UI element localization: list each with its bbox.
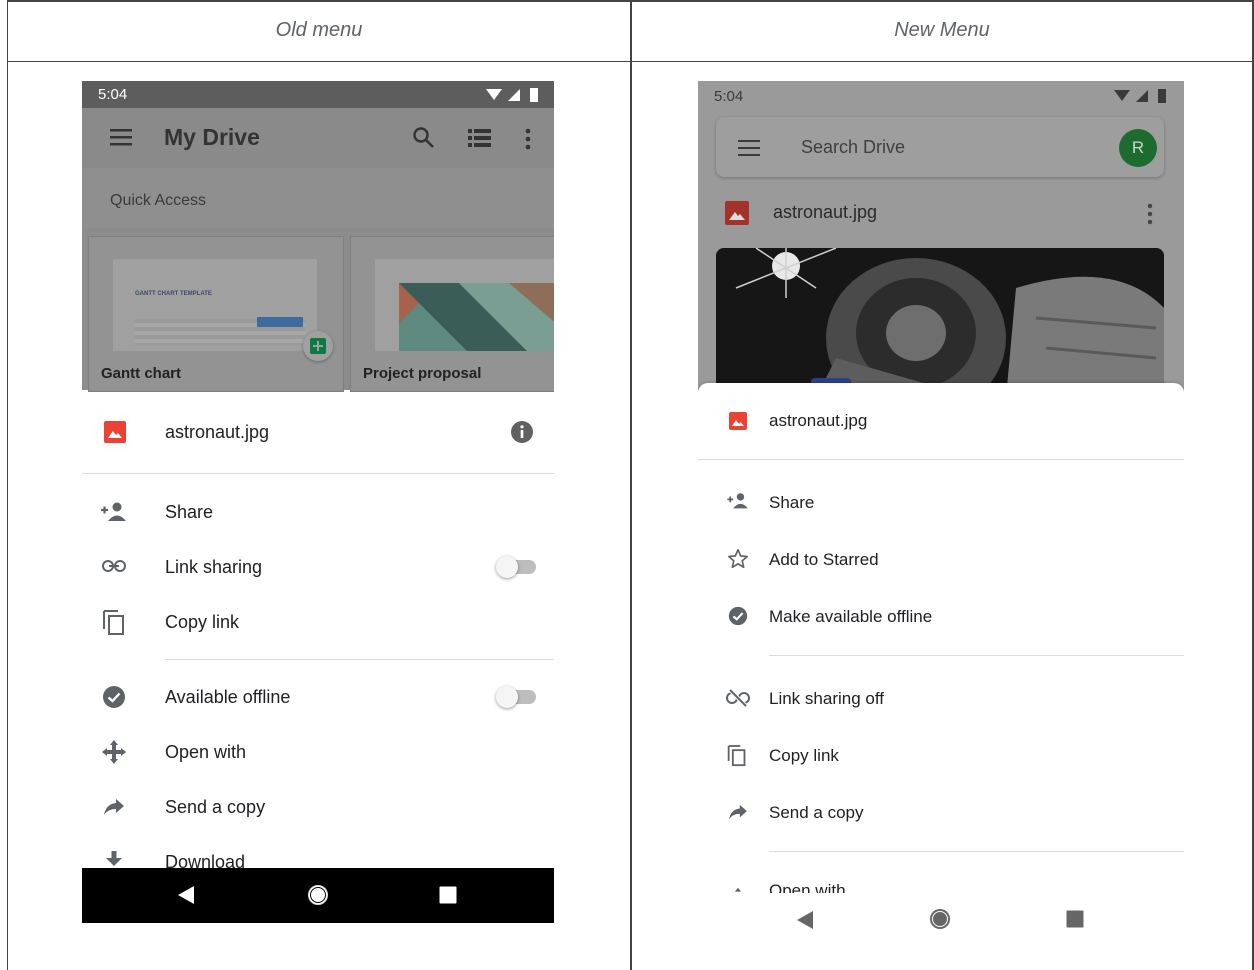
quick-access-section: Quick Access <box>82 168 554 228</box>
menu-item-label: Link sharing off <box>769 689 884 708</box>
header-divider <box>82 473 554 474</box>
navigation-bar <box>82 868 554 923</box>
menu-item-open-with[interactable]: Open with <box>82 727 554 777</box>
app-bar: My Drive <box>82 108 554 168</box>
send-icon <box>729 804 747 820</box>
sheet-file-name: astronaut.jpg <box>769 411 868 430</box>
page-title: My Drive <box>164 124 260 150</box>
menu-item-add-to-starred[interactable]: Add to Starred <box>698 535 1184 585</box>
offline-check-icon <box>728 606 748 626</box>
bottom-sheet: astronaut.jpg Share Add to Starred Make … <box>698 383 1184 970</box>
gantt-thumb-bar <box>257 317 303 327</box>
send-icon <box>104 799 124 815</box>
open-with-icon <box>102 740 126 764</box>
new-menu-phone: 5:04 Search Drive R astronaut.jpg astron… <box>698 81 1184 970</box>
more-vert-icon[interactable] <box>524 128 532 150</box>
menu-item-share[interactable]: Share <box>698 478 1184 528</box>
menu-item-label: Open with <box>165 742 247 762</box>
old-menu-phone: 5:04 My Drive Quick Access GANTT CHART T… <box>82 81 554 923</box>
status-icons <box>1114 89 1166 103</box>
table-border-middle <box>630 0 632 970</box>
gantt-thumb-title: GANTT CHART TEMPLATE <box>135 291 212 297</box>
back-icon[interactable] <box>796 910 814 930</box>
card-title-proposal: Project proposal <box>363 365 482 382</box>
menu-icon[interactable] <box>738 139 760 157</box>
menu-item-label: Link sharing <box>165 557 263 577</box>
sheets-icon <box>303 331 333 361</box>
link-icon <box>102 560 126 572</box>
file-name: astronaut.jpg <box>165 422 270 442</box>
person-add-icon <box>727 493 748 509</box>
menu-item-link-sharing[interactable]: Link sharing <box>82 542 554 592</box>
home-icon[interactable] <box>929 908 951 930</box>
quick-access-cards: GANTT CHART TEMPLATE Gantt chart Project… <box>82 228 554 392</box>
status-time: 5:04 <box>714 88 744 105</box>
menu-item-label: Send a copy <box>769 803 864 822</box>
menu-item-label: Send a copy <box>165 797 266 817</box>
card-project-proposal[interactable]: Project proposal <box>350 236 554 392</box>
menu-item-label: Share <box>769 493 815 512</box>
astronaut-preview-image[interactable] <box>716 248 1164 398</box>
table-border-left <box>7 0 8 970</box>
search-placeholder: Search Drive <box>801 137 906 157</box>
link-sharing-toggle[interactable] <box>496 556 536 578</box>
copy-icon <box>103 610 124 635</box>
recents-icon[interactable] <box>439 886 457 904</box>
new-menu-heading: New Menu <box>894 19 990 41</box>
open-with-icon <box>734 887 742 892</box>
status-time: 5:04 <box>98 86 128 103</box>
link-off-icon <box>726 689 750 707</box>
menu-item-label: Share <box>165 502 214 522</box>
status-bar: 5:04 <box>82 81 554 108</box>
info-icon[interactable] <box>510 420 534 444</box>
avatar[interactable]: R <box>1119 129 1157 167</box>
menu-item-label: Copy link <box>165 612 240 632</box>
header-divider <box>7 61 1254 62</box>
image-file-icon <box>725 201 749 225</box>
menu-item-label: Make available offline <box>769 607 933 626</box>
menu-item-send-copy[interactable]: Send a copy <box>82 782 554 832</box>
status-icons <box>486 88 538 102</box>
menu-item-label: Open with <box>769 881 846 893</box>
list-view-icon[interactable] <box>468 128 492 148</box>
section-divider <box>769 655 1184 656</box>
menu-icon[interactable] <box>110 127 134 147</box>
preview-file-name: astronaut.jpg <box>773 202 878 222</box>
menu-item-share[interactable]: Share <box>82 487 554 537</box>
menu-item-label: Available offline <box>165 687 291 707</box>
back-icon[interactable] <box>177 885 195 905</box>
offline-toggle[interactable] <box>496 686 536 708</box>
old-menu-heading: Old menu <box>275 19 363 41</box>
menu-item-send-copy[interactable]: Send a copy <box>698 788 1184 838</box>
home-icon[interactable] <box>307 884 329 906</box>
copy-icon <box>727 745 746 767</box>
menu-item-make-offline[interactable]: Make available offline <box>698 592 1184 642</box>
section-divider <box>769 851 1184 852</box>
image-file-icon <box>104 421 126 443</box>
image-file-icon <box>729 412 747 430</box>
quick-access-label: Quick Access <box>110 192 207 209</box>
proposal-thumbnail <box>375 259 554 351</box>
menu-item-label: Add to Starred <box>769 550 879 569</box>
menu-item-label: Copy link <box>769 746 839 765</box>
card-gantt-chart[interactable]: GANTT CHART TEMPLATE Gantt chart <box>88 236 344 392</box>
offline-check-icon <box>103 686 125 708</box>
search-bar[interactable]: Search Drive R <box>716 117 1164 177</box>
menu-item-link-sharing-off[interactable]: Link sharing off <box>698 674 1184 724</box>
menu-item-available-offline[interactable]: Available offline <box>82 672 554 722</box>
card-title-gantt: Gantt chart <box>101 365 182 382</box>
star-outline-icon <box>728 549 748 569</box>
more-vert-icon[interactable] <box>1146 203 1154 225</box>
menu-item-copy-link[interactable]: Copy link <box>82 597 554 647</box>
gantt-thumbnail: GANTT CHART TEMPLATE <box>113 259 317 351</box>
header-divider <box>698 459 1184 460</box>
menu-item-copy-link[interactable]: Copy link <box>698 731 1184 781</box>
search-icon[interactable] <box>412 126 436 150</box>
menu-item-open-with[interactable]: Open with <box>698 879 1184 893</box>
avatar-letter: R <box>1131 138 1145 157</box>
section-divider <box>165 659 554 660</box>
person-add-icon <box>101 502 126 521</box>
recents-icon[interactable] <box>1066 910 1084 928</box>
